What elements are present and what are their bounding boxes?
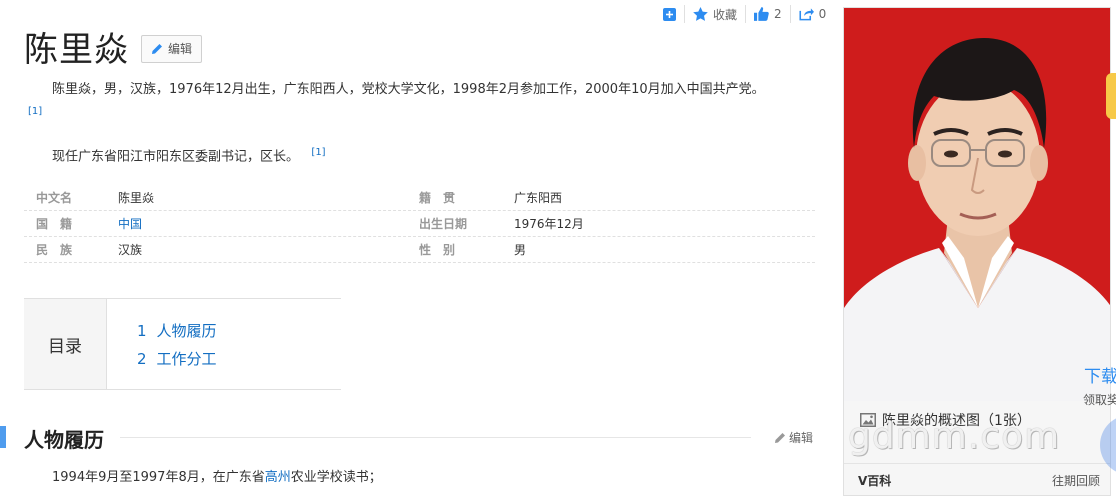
toc-number: 2 (137, 350, 147, 368)
section-paragraph: 1994年9月至1997年8月，在广东省高州农业学校读书； (52, 466, 382, 485)
toc-list: 1 人物履历 2 工作分工 (107, 299, 217, 389)
summary-paragraph-2: 现任广东省阳江市阳东区委副书记，区长。 [1] (28, 142, 813, 168)
edit-entry-label: 编辑 (168, 42, 193, 56)
info-value: 汉族 (118, 243, 143, 257)
add-button[interactable] (655, 5, 685, 23)
share-icon (799, 8, 814, 21)
download-ad-link[interactable]: 下载 (1084, 362, 1116, 387)
vbaike-brand: V百科 (858, 474, 892, 488)
reference-link-1[interactable]: [1] (28, 106, 42, 117)
portrait-illustration (844, 8, 1110, 401)
info-row: 民 族 汉族 性 别 男 (24, 237, 815, 263)
section-edit-button[interactable]: 编辑 (774, 429, 813, 446)
info-key: 中文名 (36, 191, 73, 205)
past-review-link[interactable]: 往期回顾 (1052, 472, 1100, 489)
edit-entry-button[interactable]: 编辑 (141, 34, 203, 63)
toc-item-duties[interactable]: 2 工作分工 (137, 345, 217, 373)
info-key: 籍 贯 (419, 191, 456, 205)
info-key: 性 别 (419, 243, 456, 257)
pencil-icon (152, 43, 162, 54)
card-footer: V百科 往期回顾 (844, 463, 1110, 495)
like-count: 2 (774, 7, 782, 21)
info-row: 中文名 陈里焱 籍 贯 广东阳西 (24, 185, 815, 211)
gaozhou-link[interactable]: 高州 (265, 470, 291, 485)
table-of-contents: 目录 1 人物履历 2 工作分工 (24, 298, 341, 390)
section-accent-bar (0, 426, 6, 448)
info-row: 国 籍 中国 出生日期 1976年12月 (24, 211, 815, 237)
info-key: 出生日期 (419, 217, 468, 231)
portrait-photo[interactable] (844, 8, 1110, 401)
toc-label: 人物履历 (156, 322, 217, 340)
collect-button[interactable]: 收藏 (685, 5, 747, 23)
collect-label: 收藏 (713, 7, 738, 22)
image-caption-link[interactable]: 陈里焱的概述图（1张） (844, 405, 1110, 435)
thumbs-up-icon (754, 7, 769, 21)
image-caption-text: 陈里焱的概述图（1张） (882, 413, 1031, 429)
info-value: 男 (514, 243, 527, 257)
section-title: 人物履历 (24, 428, 104, 452)
summary-text-1: 陈里焱，男，汉族，1976年12月出生，广东阳西人，党校大学文化，1998年2月… (52, 82, 765, 97)
summary-image-card: 陈里焱的概述图（1张） gdmm.com V百科 往期回顾 (843, 7, 1111, 496)
plus-square-icon (663, 7, 676, 21)
info-value: 1976年12月 (514, 217, 584, 231)
basic-info-table: 中文名 陈里焱 籍 贯 广东阳西 国 籍 中国 出生日期 1976年12月 民 … (24, 185, 815, 263)
info-key: 民 族 (36, 243, 73, 257)
section-divider (120, 437, 751, 438)
image-icon (860, 413, 876, 427)
toc-heading: 目录 (24, 299, 107, 389)
star-icon (693, 7, 708, 21)
summary-text-2: 现任广东省阳江市阳东区委副书记，区长。 (52, 149, 300, 165)
side-ad-tab[interactable] (1106, 73, 1116, 119)
info-value: 陈里焱 (118, 191, 155, 205)
section-text-after: 农业学校读书； (290, 470, 382, 485)
summary-paragraph-1: 陈里焱，男，汉族，1976年12月出生，广东阳西人，党校大学文化，1998年2月… (28, 79, 813, 127)
section-text-before: 1994年9月至1997年8月，在广东省 (52, 470, 265, 485)
toc-item-career[interactable]: 1 人物履历 (137, 317, 217, 345)
reference-link-2[interactable]: [1] (311, 147, 325, 158)
title-row: 陈里焱 编辑 (24, 22, 203, 71)
page-title: 陈里焱 (24, 30, 129, 70)
toc-label: 工作分工 (156, 350, 217, 368)
top-action-bar: 收藏 2 0 (655, 5, 834, 23)
download-ad-subtext: 领取奖 (1083, 393, 1116, 407)
section-edit-label: 编辑 (789, 431, 814, 445)
info-value: 广东阳西 (514, 191, 563, 205)
share-button[interactable]: 0 (791, 5, 835, 23)
like-button[interactable]: 2 (746, 5, 791, 23)
info-key: 国 籍 (36, 217, 73, 231)
share-count: 0 (818, 7, 827, 21)
pencil-icon (775, 432, 785, 443)
nationality-link[interactable]: 中国 (118, 217, 142, 231)
toc-number: 1 (137, 322, 147, 340)
